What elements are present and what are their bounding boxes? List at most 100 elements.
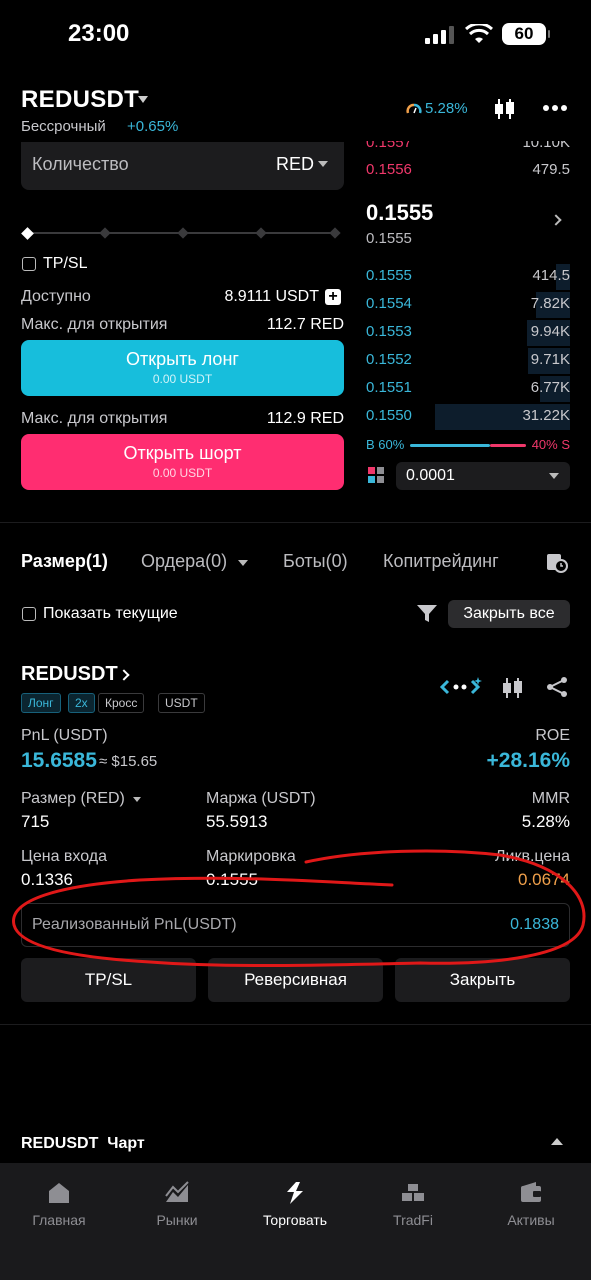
bid-price[interactable]: 0.1551 <box>366 379 412 396</box>
bid-price[interactable]: 0.1550 <box>366 407 412 424</box>
section-divider <box>0 1024 591 1025</box>
liq-value: 0.0674 <box>518 870 570 889</box>
quantity-unit-select[interactable]: RED <box>276 154 314 175</box>
pair-title[interactable]: REDUSDT <box>21 86 139 114</box>
chevron-right-icon[interactable] <box>118 669 130 681</box>
section-divider <box>0 522 591 523</box>
buy-ratio-bar <box>410 444 490 447</box>
chevron-down-icon[interactable] <box>133 797 141 802</box>
price-step-value: 0.0001 <box>406 467 455 484</box>
add-funds-icon[interactable]: + <box>325 289 341 305</box>
filter-icon[interactable] <box>417 605 437 623</box>
tag-leverage[interactable]: 2x <box>68 693 95 713</box>
realized-pnl-label: Реализованный PnL(USDT) <box>32 916 237 933</box>
bid-price[interactable]: 0.1554 <box>366 295 412 312</box>
signal-icon <box>425 26 454 44</box>
chevron-right-icon[interactable] <box>550 214 562 226</box>
max-open-short-label: Макс. для открытия <box>21 410 168 427</box>
chart-toggle-label[interactable]: REDUSDT Чарт <box>21 1135 145 1153</box>
slider-mark-25[interactable] <box>99 227 111 239</box>
mmr-label: MMR <box>531 790 570 807</box>
bid-price[interactable]: 0.1555 <box>366 267 412 284</box>
tpsl-checkbox[interactable] <box>22 257 36 271</box>
available-label: Доступно <box>21 288 91 305</box>
open-long-label: Открыть лонг <box>126 349 239 369</box>
gauge-icon[interactable] <box>406 101 422 117</box>
chevron-down-icon[interactable] <box>138 96 148 103</box>
open-long-button[interactable]: Открыть лонг 0.00 USDT <box>21 340 344 396</box>
max-open-long-value: 112.7 RED <box>266 316 344 333</box>
more-icon[interactable] <box>543 104 567 112</box>
chevron-down-icon[interactable] <box>318 161 328 167</box>
bid-qty: 6.77K <box>530 379 570 396</box>
funding-rate[interactable]: 5.28% <box>425 100 468 117</box>
price-change: +0.65% <box>127 118 179 135</box>
chevron-down-icon[interactable] <box>549 473 559 479</box>
tab-copytrading[interactable]: Копитрейдинг <box>383 551 499 572</box>
ask-price[interactable]: 0.1556 <box>366 161 412 178</box>
mmr-value: 5.28% <box>521 812 570 831</box>
wallet-icon <box>521 1182 541 1202</box>
tag-side: Лонг <box>21 693 61 713</box>
nav-markets-label: Рынки <box>156 1212 198 1228</box>
chevron-down-icon[interactable] <box>238 560 248 566</box>
sell-ratio: 40% S <box>531 437 570 452</box>
tab-orders[interactable]: Ордера(0) <box>141 551 227 572</box>
show-current-checkbox[interactable] <box>22 607 36 621</box>
bid-qty: 7.82K <box>530 295 570 312</box>
ask-qty: 10.10K <box>522 134 570 151</box>
candlestick-icon[interactable] <box>502 676 524 700</box>
bid-qty: 31.22K <box>522 407 570 424</box>
tab-positions[interactable]: Размер(1) <box>21 551 108 572</box>
share-link-icon[interactable] <box>440 677 482 697</box>
slider-handle[interactable] <box>21 227 34 240</box>
slider-mark-100[interactable] <box>329 227 341 239</box>
battery-indicator: 60 <box>502 23 550 45</box>
position-symbol[interactable]: REDUSDT <box>21 663 118 686</box>
ask-price[interactable]: 0.1557 <box>366 141 412 151</box>
candlestick-icon[interactable] <box>494 97 516 121</box>
nav-assets[interactable]: Активы <box>481 1180 581 1228</box>
share-icon[interactable] <box>546 677 568 697</box>
mark-price: 0.1555 <box>366 230 412 247</box>
slider-mark-75[interactable] <box>255 227 267 239</box>
nav-trade-label: Торговать <box>262 1212 328 1228</box>
open-short-label: Открыть шорт <box>123 443 242 463</box>
nav-tradfi-label: TradFi <box>393 1212 433 1228</box>
open-short-button[interactable]: Открыть шорт 0.00 USDT <box>21 434 344 490</box>
wifi-icon <box>465 24 493 43</box>
trade-icon <box>287 1182 303 1204</box>
bid-price[interactable]: 0.1552 <box>366 351 412 368</box>
liq-label: Ликв.цена <box>495 848 570 865</box>
hand-drawn-annotation <box>12 849 586 968</box>
tab-bots[interactable]: Боты(0) <box>283 551 348 572</box>
close-position-button[interactable]: Закрыть <box>395 958 570 1002</box>
size-label[interactable]: Размер (RED) <box>21 790 125 808</box>
last-price[interactable]: 0.1555 <box>366 200 433 226</box>
slider-mark-50[interactable] <box>177 227 189 239</box>
size-value: 715 <box>21 812 50 831</box>
available-value: 8.9111 USDT <box>224 288 319 305</box>
margin-value: 55.5913 <box>206 812 268 831</box>
show-current-label: Показать текущие <box>43 605 178 622</box>
nav-assets-label: Активы <box>507 1212 555 1228</box>
nav-markets[interactable]: Рынки <box>127 1180 227 1228</box>
nav-home-label: Главная <box>32 1212 86 1228</box>
bid-price[interactable]: 0.1553 <box>366 323 412 340</box>
nav-trade[interactable]: Торговать <box>245 1180 345 1228</box>
bid-qty: 9.94K <box>530 323 570 340</box>
buy-ratio: B 60% <box>366 437 405 452</box>
nav-home[interactable]: Главная <box>9 1180 109 1228</box>
history-icon[interactable] <box>545 550 569 574</box>
reverse-button[interactable]: Реверсивная <box>208 958 383 1002</box>
chevron-up-icon[interactable] <box>551 1138 563 1145</box>
orderbook-layout-icon[interactable] <box>368 467 384 483</box>
pnl-value: 15.6585 <box>21 749 97 772</box>
open-short-sub: 0.00 USDT <box>152 466 213 480</box>
tpsl-button[interactable]: TP/SL <box>21 958 196 1002</box>
nav-tradfi[interactable]: TradFi <box>363 1180 463 1228</box>
bid-qty: 414.5 <box>532 267 570 284</box>
close-all-button[interactable]: Закрыть все <box>448 600 570 628</box>
tag-margin-mode[interactable]: Кросс <box>98 693 145 713</box>
tag-currency: USDT <box>158 693 205 713</box>
